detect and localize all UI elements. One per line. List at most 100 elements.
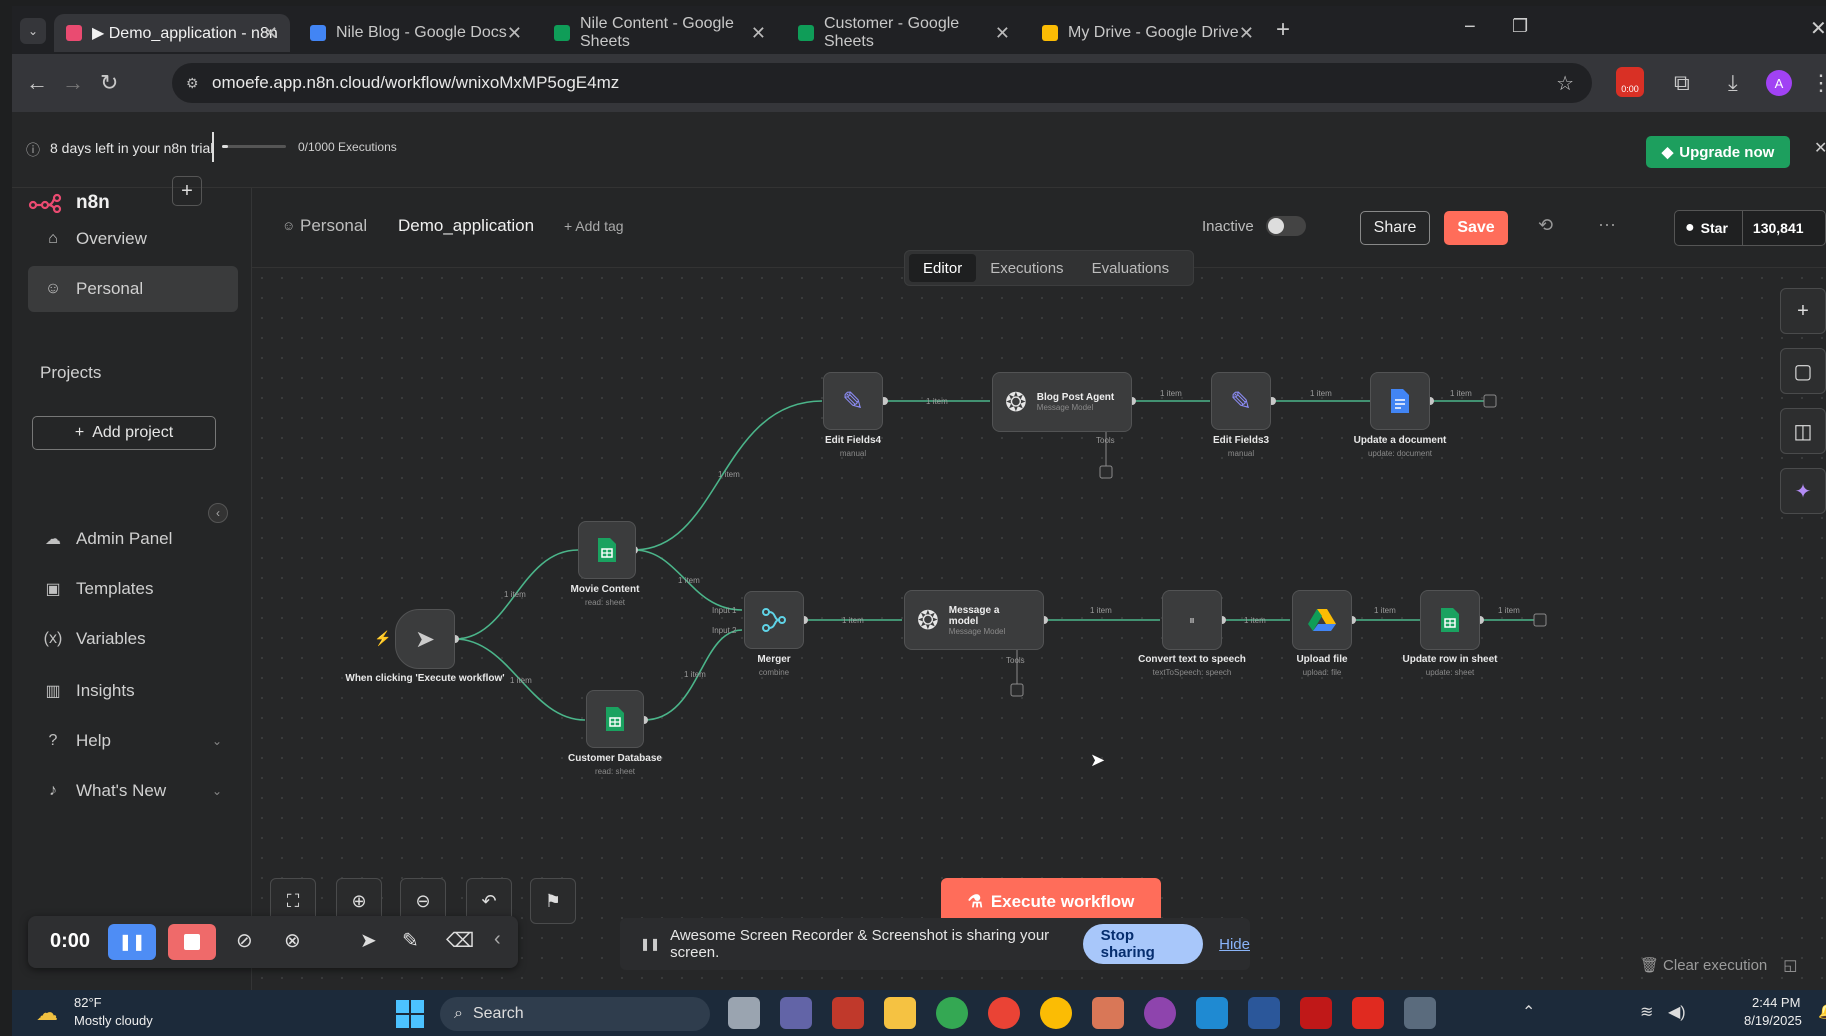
node-message-model[interactable]: ❂ Message a model Message Model [904, 590, 1044, 650]
edge-label: 1 item [842, 616, 864, 625]
add-tool-icon [1099, 465, 1113, 479]
chrome-icon[interactable] [936, 997, 968, 1029]
wifi-icon[interactable]: ≋ [1640, 1002, 1653, 1022]
node-update-document[interactable] [1370, 372, 1430, 430]
node-upload-file[interactable] [1292, 590, 1352, 650]
node-label: Message a model [948, 604, 1000, 627]
drive-icon [1308, 609, 1336, 631]
logs-icon[interactable]: ◱ [1783, 956, 1797, 974]
chrome-icon[interactable] [1040, 997, 1072, 1029]
merger-input-label: Input 2 [712, 626, 737, 635]
start-button[interactable] [396, 1000, 424, 1028]
acrobat-icon[interactable] [1352, 997, 1384, 1029]
node-label: When clicking 'Execute workflow' [345, 673, 505, 684]
collapse-recorder-icon[interactable]: ‹ [494, 928, 501, 951]
pencil-icon: ✎ [842, 385, 864, 416]
tidy-up-button[interactable]: ⚑ [530, 878, 576, 924]
search-label: Search [472, 1005, 524, 1022]
pencil-icon: ✎ [1230, 385, 1252, 416]
node-subtitle: manual [839, 449, 867, 458]
node-label: Customer Database [568, 753, 662, 764]
add-output-icon [1483, 394, 1497, 408]
edge-label: 1 item [1450, 389, 1472, 398]
file-explorer-icon[interactable] [884, 997, 916, 1029]
search-icon: ⌕ [454, 1005, 463, 1022]
word-icon[interactable] [1248, 997, 1280, 1029]
merger-input-label: Input 1 [712, 606, 737, 615]
node-subtitle: read: sheet [594, 767, 636, 776]
execute-label: Execute workflow [990, 892, 1135, 911]
mcafee-icon[interactable] [1300, 997, 1332, 1029]
clock-date: 8/19/2025 [1744, 1013, 1802, 1028]
mouse-cursor-icon: ➤ [1090, 750, 1106, 770]
node-label: Update a document [1353, 435, 1447, 446]
node-label: Blog Post Agent [1036, 392, 1115, 403]
openai-icon: ❂ [1005, 386, 1027, 417]
clear-execution-button[interactable]: 🗑 Clear execution ◱ [1640, 956, 1797, 975]
hide-link[interactable]: Hide [1219, 936, 1250, 953]
add-node-button[interactable]: + [1780, 288, 1826, 334]
edge-label: 1 item [1498, 606, 1520, 615]
store-icon[interactable] [832, 997, 864, 1029]
node-merger[interactable] [744, 591, 804, 649]
node-text-to-speech[interactable]: ⏸ [1162, 590, 1222, 650]
weather-condition: Mostly cloudy [74, 1013, 153, 1028]
node-label: Update row in sheet [1402, 654, 1498, 665]
edge-label: 1 item [926, 397, 948, 406]
edge-label: 1 item [1244, 616, 1266, 625]
vscode-icon[interactable] [1196, 997, 1228, 1029]
clock-time: 2:44 PM [1752, 995, 1801, 1010]
node-customer-database[interactable] [586, 690, 644, 748]
node-subtitle: combine [758, 668, 790, 677]
pause-icon: ❚❚ [640, 937, 661, 951]
sticky-note-button[interactable]: ▢ [1780, 348, 1826, 394]
node-label: Movie Content [570, 584, 640, 595]
notification-icon[interactable]: 🔔 [1818, 1002, 1826, 1020]
ai-assistant-button[interactable]: ✦ [1780, 468, 1826, 514]
openai-icon: ❂ [917, 604, 939, 635]
stop-sharing-button[interactable]: Stop sharing [1082, 924, 1204, 964]
pen-tool-icon[interactable]: ✎ [402, 928, 419, 953]
stop-recording-button[interactable] [168, 924, 216, 960]
node-movie-content[interactable] [578, 521, 636, 579]
add-tool-icon [1010, 683, 1024, 697]
app-icon[interactable] [1144, 997, 1176, 1029]
windows-taskbar: ☁ 82°F Mostly cloudy ⌕ Search ⌃ ≋ ◀) 2:4… [12, 990, 1826, 1036]
stop-sharing-label: Stop sharing [1100, 927, 1155, 961]
recorder-timer: 0:00 [50, 930, 91, 952]
tools-label: Tools [1006, 656, 1025, 665]
teams-icon[interactable] [780, 997, 812, 1029]
node-update-row[interactable] [1420, 590, 1480, 650]
node-edit-fields4[interactable]: ✎ [823, 372, 883, 430]
pointer-tool-icon[interactable]: ➤ [360, 928, 377, 953]
edge-label: 1 item [510, 676, 532, 685]
task-view-icon[interactable] [728, 997, 760, 1029]
edge-label: 1 item [1160, 389, 1182, 398]
volume-icon[interactable]: ◀) [1668, 1002, 1686, 1022]
eraser-tool-icon[interactable]: ⌫ [446, 928, 474, 953]
node-edit-fields3[interactable]: ✎ [1211, 372, 1271, 430]
camera-off-icon[interactable]: ⊘ [236, 928, 253, 953]
tray-chevron-icon[interactable]: ⌃ [1522, 1002, 1535, 1022]
sheets-icon [598, 538, 616, 562]
node-subtitle: manual [1227, 449, 1255, 458]
mic-off-icon[interactable]: ⊗ [284, 928, 301, 953]
edge-label: 1 item [1090, 606, 1112, 615]
screen-recorder-toolbar: 0:00 ❚❚ ⊘ ⊗ ➤ ✎ ⌫ ‹ [28, 916, 518, 968]
edge-label: 1 item [718, 470, 740, 479]
taskbar-search[interactable]: ⌕ Search [440, 997, 710, 1031]
node-blog-post-agent[interactable]: ❂ Blog Post Agent Message Model [992, 372, 1132, 432]
node-subtitle: read: sheet [584, 598, 626, 607]
chrome-icon[interactable] [988, 997, 1020, 1029]
trigger-bolt-icon: ⚡ [374, 630, 392, 646]
snipping-tool-icon[interactable] [1404, 997, 1436, 1029]
edge-label: 1 item [1310, 389, 1332, 398]
panel-toggle-button[interactable]: ◫ [1780, 408, 1826, 454]
edge-label: 1 item [1374, 606, 1396, 615]
node-manual-trigger[interactable]: ➤ [395, 609, 455, 669]
node-subtitle: update: document [1367, 449, 1433, 458]
flask-icon: ⚗ [967, 892, 983, 911]
pause-recording-button[interactable]: ❚❚ [108, 924, 156, 960]
sheets-icon [1441, 608, 1459, 632]
claude-icon[interactable] [1092, 997, 1124, 1029]
